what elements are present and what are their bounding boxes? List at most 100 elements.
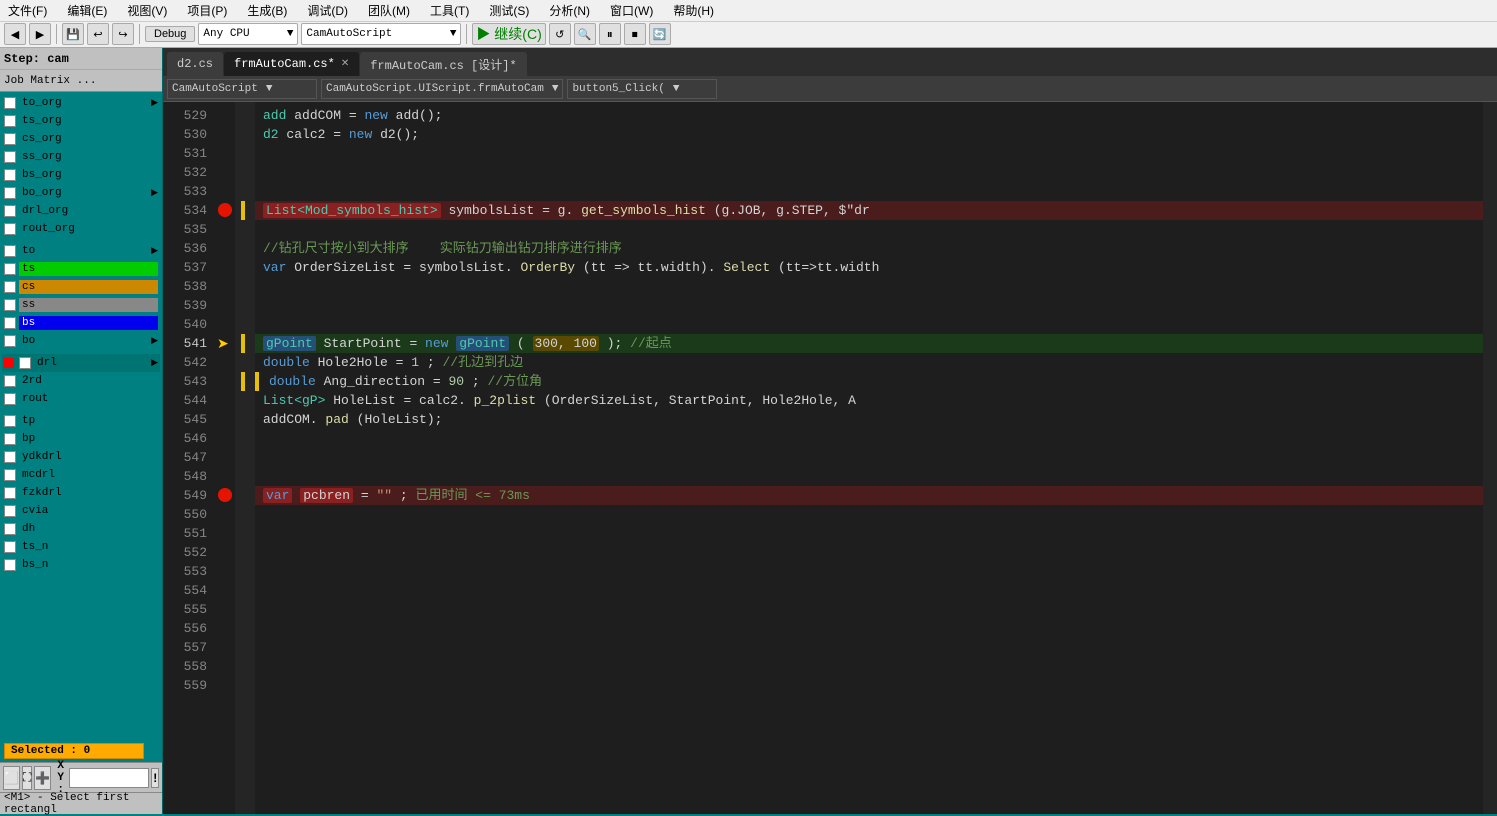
menu-analyze[interactable]: 分析(N) [545,1,594,20]
list-item[interactable]: bp [2,430,160,448]
layer-checkbox[interactable] [4,393,16,405]
restart-button[interactable]: ↺ [549,23,571,45]
tab-d2[interactable]: d2.cs [167,52,223,76]
list-item[interactable]: bs_n [2,556,160,574]
layer-checkbox[interactable] [4,245,16,257]
menu-help[interactable]: 帮助(H) [669,1,718,20]
layer-checkbox[interactable] [4,317,16,329]
layer-checkbox[interactable] [4,523,16,535]
continue-button[interactable]: ▶ 继续(C) [472,23,545,45]
undo-button[interactable]: ↩ [87,23,109,45]
save-button[interactable]: 💾 [62,23,84,45]
layer-checkbox[interactable] [4,451,16,463]
layer-checkbox[interactable] [4,205,16,217]
menu-team[interactable]: 团队(M) [364,1,414,20]
layer-checkbox[interactable] [4,151,16,163]
back-button[interactable]: ◀ [4,23,26,45]
job-matrix-header[interactable]: Job Matrix ... [0,70,162,92]
list-item[interactable]: bo ▶ [2,332,160,350]
tab-frmauto-design[interactable]: frmAutoCam.cs [设计]* [360,52,526,76]
pause-button[interactable]: ⏸ [599,23,621,45]
layer-checkbox[interactable] [4,375,16,387]
list-item[interactable]: bs [2,314,160,332]
layer-checkbox[interactable] [4,223,16,235]
forward-button[interactable]: ▶ [29,23,51,45]
list-item[interactable]: ss [2,296,160,314]
tab-frmauto-active[interactable]: frmAutoCam.cs* ✕ [224,52,359,76]
list-item[interactable]: to ▶ [2,242,160,260]
list-item[interactable]: drl_org [2,202,160,220]
list-item[interactable]: to_org ▶ [2,94,160,112]
script-dropdown[interactable]: CamAutoScript ▼ [301,23,461,45]
refresh-button[interactable]: 🔄 [649,23,671,45]
layer-checkbox[interactable] [4,115,16,127]
xy-input[interactable] [69,768,149,788]
list-item[interactable]: cs_org [2,130,160,148]
list-item[interactable]: tp [2,412,160,430]
stop-button[interactable]: ⏹ [624,23,646,45]
layer-checkbox[interactable] [4,187,16,199]
layer-checkbox[interactable] [4,433,16,445]
menu-debug[interactable]: 调试(D) [303,1,352,20]
list-item[interactable]: cs [2,278,160,296]
layer-checkbox[interactable] [4,169,16,181]
breakpoint-534[interactable] [218,203,232,217]
cpu-dropdown[interactable]: Any CPU ▼ [198,23,298,45]
breakpoint-549[interactable] [218,488,232,502]
menu-window[interactable]: 窗口(W) [606,1,657,20]
layer-checkbox[interactable] [4,335,16,347]
list-item[interactable]: ts_org [2,112,160,130]
code-line-548 [255,467,1483,486]
list-item[interactable]: rout [2,390,160,408]
list-item[interactable]: fzkdrl [2,484,160,502]
layer-checkbox[interactable] [4,299,16,311]
layer-checkbox[interactable] [4,415,16,427]
layer-checkbox[interactable] [4,469,16,481]
code-line-546 [255,429,1483,448]
layer-checkbox[interactable] [4,559,16,571]
class-dropdown[interactable]: CamAutoScript.UIScript.frmAutoCam ▼ [321,79,563,99]
menu-tools[interactable]: 工具(T) [426,1,473,20]
redo-button[interactable]: ↪ [112,23,134,45]
menu-view[interactable]: 视图(V) [123,1,171,20]
menu-project[interactable]: 项目(P) [183,1,231,20]
menu-edit[interactable]: 编辑(E) [63,1,111,20]
layer-checkbox[interactable] [4,541,16,553]
layer-checkbox[interactable] [4,133,16,145]
code-line-545: addCOM. pad (HoleList); [255,410,1483,429]
list-item[interactable]: ts_n [2,538,160,556]
close-icon[interactable]: ✕ [341,58,349,70]
layer-checkbox[interactable] [4,487,16,499]
list-item[interactable]: ss_org [2,148,160,166]
list-item[interactable]: bs_org [2,166,160,184]
layer-checkbox[interactable] [4,263,16,275]
scope-dropdown[interactable]: CamAutoScript ▼ [167,79,317,99]
list-item[interactable]: mcdrl [2,466,160,484]
debug-mode-button[interactable]: Debug [145,26,195,42]
exclamation-button[interactable]: ! [151,768,159,788]
code-editor[interactable]: 529 530 531 532 533 534 535 536 537 538 … [163,102,1497,814]
layer-checkbox[interactable] [4,281,16,293]
layer-checkbox[interactable] [4,505,16,517]
vertical-scrollbar[interactable] [1483,102,1497,814]
layer-checkbox[interactable] [4,97,16,109]
add-button[interactable]: ➕ [34,766,51,790]
list-item[interactable]: ts [2,260,160,278]
list-item[interactable]: ydkdrl [2,448,160,466]
left-bottom-toolbar: ⬜ ⛶ ➕ X Y : ! [0,762,162,792]
layer-checkbox[interactable] [19,357,31,369]
menu-test[interactable]: 测试(S) [485,1,533,20]
select-rect-button[interactable]: ⛶ [22,766,32,790]
list-item[interactable]: rout_org [2,220,160,238]
list-item[interactable]: 2rd [2,372,160,390]
list-item[interactable]: bo_org ▶ [2,184,160,202]
select-all-button[interactable]: ⬜ [3,766,20,790]
search-button[interactable]: 🔍 [574,23,596,45]
list-item[interactable]: dh [2,520,160,538]
menu-file[interactable]: 文件(F) [4,1,51,20]
menu-build[interactable]: 生成(B) [243,1,291,20]
list-item[interactable]: cvia [2,502,160,520]
method-dropdown[interactable]: button5_Click( ▼ [567,79,717,99]
list-item[interactable]: drl ▶ [2,354,160,372]
code-content[interactable]: add addCOM = new add(); d2 calc2 = new d… [255,102,1483,814]
